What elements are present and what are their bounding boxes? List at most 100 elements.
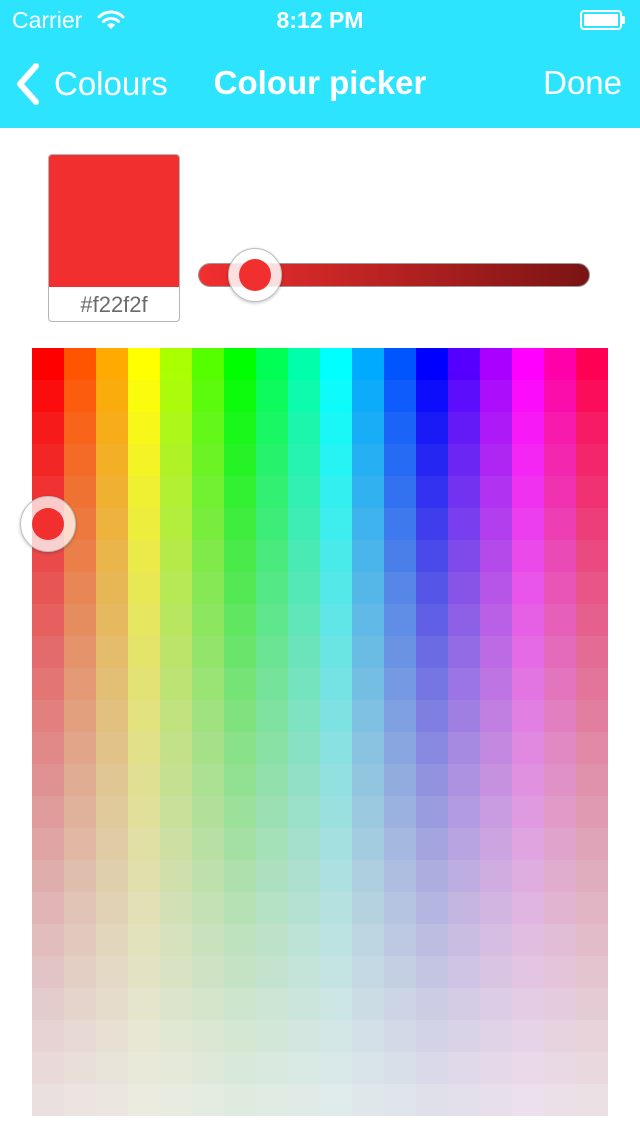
palette-cell[interactable] <box>544 476 576 508</box>
palette-cell[interactable] <box>288 924 320 956</box>
palette-cell[interactable] <box>480 1052 512 1084</box>
palette-cell[interactable] <box>416 956 448 988</box>
palette-cell[interactable] <box>512 508 544 540</box>
palette-cell[interactable] <box>32 796 64 828</box>
palette-cell[interactable] <box>416 604 448 636</box>
palette-cell[interactable] <box>256 668 288 700</box>
palette-cell[interactable] <box>224 732 256 764</box>
palette-cell[interactable] <box>224 892 256 924</box>
palette-cell[interactable] <box>320 764 352 796</box>
palette-cell[interactable] <box>384 668 416 700</box>
palette-cell[interactable] <box>32 732 64 764</box>
palette-cell[interactable] <box>480 828 512 860</box>
palette-cell[interactable] <box>576 380 608 412</box>
palette-cell[interactable] <box>352 412 384 444</box>
palette-cell[interactable] <box>544 604 576 636</box>
palette-cell[interactable] <box>544 924 576 956</box>
palette-cell[interactable] <box>480 956 512 988</box>
palette-cell[interactable] <box>448 380 480 412</box>
palette-cell[interactable] <box>448 412 480 444</box>
palette-cell[interactable] <box>320 540 352 572</box>
palette-cell[interactable] <box>32 1052 64 1084</box>
palette-cell[interactable] <box>448 604 480 636</box>
palette-cell[interactable] <box>320 444 352 476</box>
palette-cell[interactable] <box>288 732 320 764</box>
palette-cell[interactable] <box>160 924 192 956</box>
palette-cell[interactable] <box>224 604 256 636</box>
palette-cell[interactable] <box>544 1052 576 1084</box>
palette-cell[interactable] <box>576 508 608 540</box>
palette-cell[interactable] <box>320 668 352 700</box>
palette-cell[interactable] <box>160 348 192 380</box>
palette-cell[interactable] <box>384 636 416 668</box>
palette-cell[interactable] <box>480 476 512 508</box>
palette-cell[interactable] <box>224 668 256 700</box>
palette-cell[interactable] <box>416 988 448 1020</box>
palette-cell[interactable] <box>96 796 128 828</box>
palette-cell[interactable] <box>256 444 288 476</box>
palette-cell[interactable] <box>128 796 160 828</box>
palette-cell[interactable] <box>544 764 576 796</box>
palette-cell[interactable] <box>256 1020 288 1052</box>
palette-cell[interactable] <box>128 1052 160 1084</box>
palette-cell[interactable] <box>64 412 96 444</box>
palette-cell[interactable] <box>192 1020 224 1052</box>
palette-cell[interactable] <box>576 988 608 1020</box>
palette-cell[interactable] <box>352 348 384 380</box>
palette-cell[interactable] <box>512 700 544 732</box>
palette-cell[interactable] <box>320 412 352 444</box>
palette-cell[interactable] <box>448 988 480 1020</box>
palette-cell[interactable] <box>256 956 288 988</box>
palette-cell[interactable] <box>480 444 512 476</box>
palette-cell[interactable] <box>480 412 512 444</box>
palette-cell[interactable] <box>416 892 448 924</box>
palette-cell[interactable] <box>160 764 192 796</box>
palette-cell[interactable] <box>576 732 608 764</box>
palette-cell[interactable] <box>192 956 224 988</box>
palette-cell[interactable] <box>448 764 480 796</box>
palette-cell[interactable] <box>320 348 352 380</box>
palette-cell[interactable] <box>256 764 288 796</box>
palette-cell[interactable] <box>576 540 608 572</box>
palette-cell[interactable] <box>224 764 256 796</box>
palette-cell[interactable] <box>320 892 352 924</box>
palette-cell[interactable] <box>448 1084 480 1116</box>
palette-cell[interactable] <box>128 860 160 892</box>
palette-cell[interactable] <box>352 732 384 764</box>
palette-cell[interactable] <box>512 476 544 508</box>
palette-cell[interactable] <box>96 668 128 700</box>
palette-cell[interactable] <box>448 924 480 956</box>
palette-cell[interactable] <box>544 380 576 412</box>
palette-cell[interactable] <box>224 572 256 604</box>
palette-cell[interactable] <box>128 988 160 1020</box>
palette-cell[interactable] <box>32 444 64 476</box>
palette-cell[interactable] <box>96 1052 128 1084</box>
palette-cell[interactable] <box>448 1052 480 1084</box>
palette-cell[interactable] <box>160 988 192 1020</box>
palette-cell[interactable] <box>128 1020 160 1052</box>
palette-cell[interactable] <box>352 444 384 476</box>
palette-cell[interactable] <box>576 1020 608 1052</box>
palette-cell[interactable] <box>416 828 448 860</box>
palette-cell[interactable] <box>224 380 256 412</box>
palette-cell[interactable] <box>288 956 320 988</box>
palette-cell[interactable] <box>96 604 128 636</box>
palette-cell[interactable] <box>544 348 576 380</box>
palette-cell[interactable] <box>160 700 192 732</box>
brightness-slider[interactable] <box>198 248 590 302</box>
palette-cell[interactable] <box>224 348 256 380</box>
palette-cell[interactable] <box>512 572 544 604</box>
palette-cell[interactable] <box>352 828 384 860</box>
palette-cell[interactable] <box>192 380 224 412</box>
palette-cell[interactable] <box>512 348 544 380</box>
palette-cell[interactable] <box>544 796 576 828</box>
palette-cell[interactable] <box>160 732 192 764</box>
palette-cell[interactable] <box>384 508 416 540</box>
palette-cell[interactable] <box>96 540 128 572</box>
palette-cell[interactable] <box>352 924 384 956</box>
palette-cell[interactable] <box>352 796 384 828</box>
palette-cell[interactable] <box>512 860 544 892</box>
palette-cell[interactable] <box>256 540 288 572</box>
palette-cell[interactable] <box>576 668 608 700</box>
palette-cell[interactable] <box>96 380 128 412</box>
